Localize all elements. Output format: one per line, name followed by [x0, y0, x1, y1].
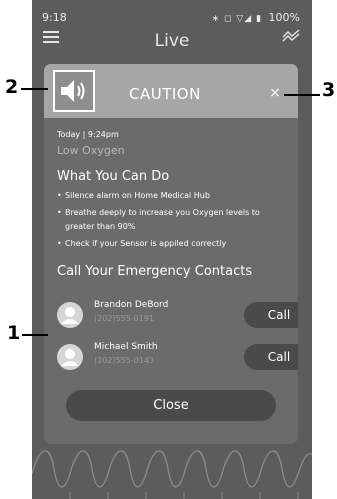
actions-list: Silence alarm on Home Medical Hub Breath… — [57, 189, 289, 251]
status-time: 9:18 — [42, 11, 67, 24]
callout-2-label: 2 — [5, 76, 19, 98]
contact-phone: (202)555-0191 — [94, 314, 155, 323]
action-item: Check if your Sensor is appiled correctl… — [57, 237, 289, 251]
speaker-alarm-icon[interactable] — [53, 70, 95, 112]
contact-phone: (202)555-0143 — [94, 356, 155, 365]
contacts-heading: Call Your Emergency Contacts — [57, 264, 253, 279]
callout-1-line — [22, 334, 48, 336]
trend-chart-icon[interactable] — [282, 28, 300, 42]
alert-body: Today | 9:24pm Low Oxygen What You Can D… — [57, 130, 289, 279]
alert-title: CAUTION — [129, 85, 201, 103]
actions-heading: What You Can Do — [57, 169, 170, 184]
page-title: Live — [154, 31, 190, 51]
contact-name: Michael Smith — [94, 342, 158, 352]
signal-icons: ∗ ◻ ▽◢ ▮ — [211, 14, 263, 24]
alert-timestamp: Today | 9:24pm — [57, 130, 119, 139]
status-right: ∗ ◻ ▽◢ ▮ 100% — [212, 11, 300, 24]
alert-header: CAUTION × — [44, 64, 298, 118]
contact-row: Brandon DeBord (202)555-0191 Call — [57, 300, 298, 332]
phone-screen: 9:18 ∗ ◻ ▽◢ ▮ 100% Live CAUTION × Today … — [32, 0, 312, 499]
avatar-icon — [57, 344, 83, 370]
close-icon[interactable]: × — [268, 86, 282, 100]
status-bar: 9:18 ∗ ◻ ▽◢ ▮ 100% — [32, 0, 312, 26]
call-button[interactable]: Call — [244, 302, 298, 328]
alert-type: Low Oxygen — [57, 144, 125, 157]
battery-percent: 100% — [268, 11, 300, 24]
callout-3-label: 3 — [322, 79, 336, 101]
action-item: Silence alarm on Home Medical Hub — [57, 189, 289, 203]
contact-row: Michael Smith (202)555-0143 Call — [57, 342, 298, 374]
callout-1-label: 1 — [7, 322, 21, 344]
avatar-icon — [57, 302, 83, 328]
app-bar: Live — [32, 26, 312, 60]
caution-alert-dialog: CAUTION × Today | 9:24pm Low Oxygen What… — [44, 64, 298, 444]
close-button[interactable]: Close — [66, 390, 276, 421]
callout-3-line — [284, 94, 320, 96]
call-button[interactable]: Call — [244, 344, 298, 370]
callout-2-line — [21, 88, 48, 90]
contact-name: Brandon DeBord — [94, 300, 169, 310]
action-item: Breathe deeply to increase you Oxygen le… — [57, 206, 289, 234]
